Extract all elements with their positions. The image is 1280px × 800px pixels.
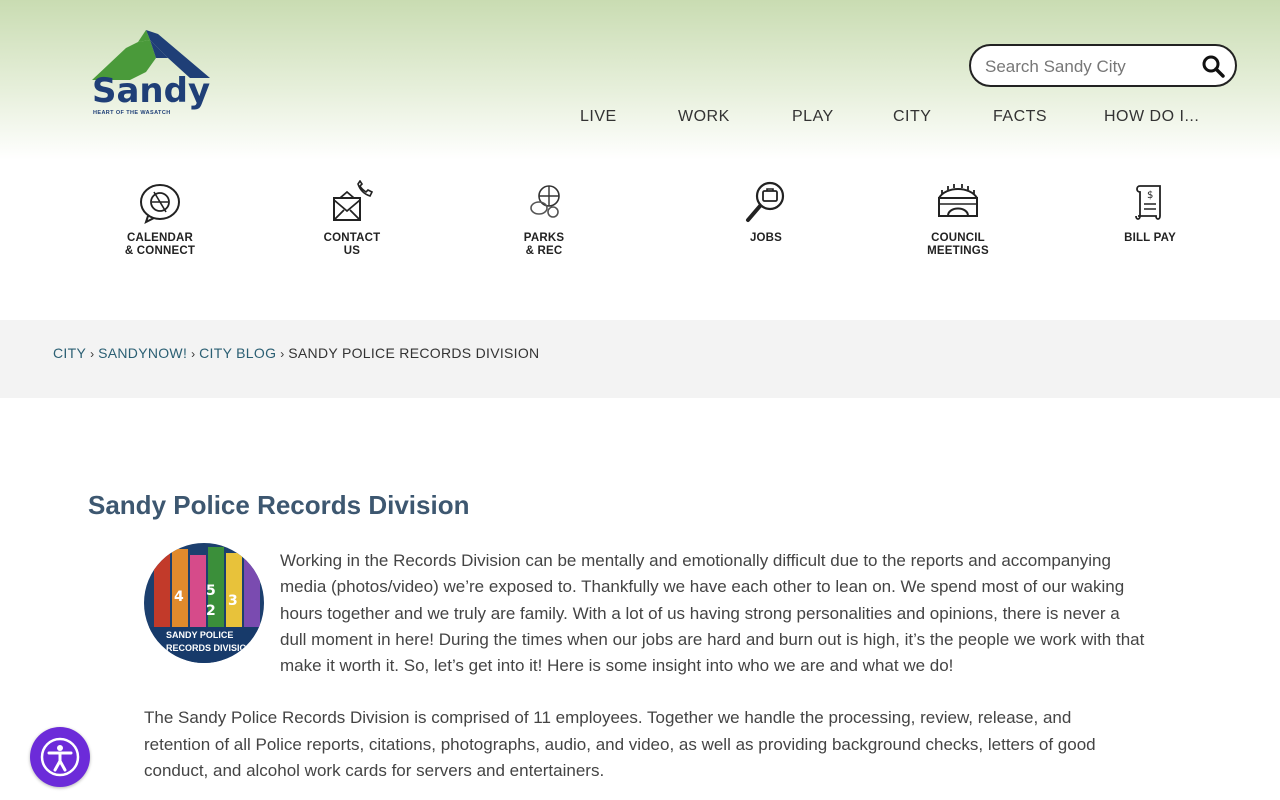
contact-envelope-icon bbox=[333, 180, 374, 221]
search-box bbox=[969, 44, 1237, 87]
council-building-icon bbox=[938, 184, 978, 217]
svg-text:4: 4 bbox=[174, 589, 184, 605]
svg-text:2: 2 bbox=[206, 603, 216, 619]
breadcrumb-separator: › bbox=[191, 347, 196, 361]
breadcrumb-separator: › bbox=[280, 347, 285, 361]
quick-link-label: COUNCIL MEETINGS bbox=[927, 232, 989, 257]
quick-link-label: PARKS & REC bbox=[523, 232, 565, 257]
main-navigation: LIVE WORK PLAY CITY FACTS HOW DO I... bbox=[0, 108, 1280, 132]
nav-facts[interactable]: FACTS bbox=[993, 108, 1047, 126]
breadcrumb-city-blog[interactable]: CITY BLOG bbox=[199, 345, 276, 361]
breadcrumb-separator: › bbox=[90, 347, 95, 361]
search-input[interactable] bbox=[983, 54, 1197, 80]
svg-text:RECORDS DIVISION: RECORDS DIVISION bbox=[166, 643, 253, 653]
search-icon[interactable] bbox=[1201, 54, 1225, 78]
article-thumbnail: 4 5 2 3 SANDY POLICE RECORDS DIVISION bbox=[144, 543, 264, 663]
page-title: Sandy Police Records Division bbox=[88, 490, 470, 520]
quick-link-label: BILL PAY bbox=[1124, 232, 1176, 244]
breadcrumb-bar: CITY › SANDYNOW! › CITY BLOG › SANDY POLICE RE… bbox=[0, 320, 1280, 398]
quick-link-label: JOBS bbox=[749, 232, 783, 244]
site-header: Sandy HEART OF THE WASATCH LIVE WORK PLA… bbox=[0, 0, 1280, 160]
quick-link-jobs[interactable]: JOBS bbox=[696, 180, 836, 245]
accessibility-person-icon bbox=[40, 737, 80, 777]
breadcrumb-sandynow[interactable]: SANDYNOW! bbox=[98, 345, 187, 361]
bill-scroll-icon: $ bbox=[1135, 185, 1161, 220]
quick-link-calendar-connect[interactable]: CALENDAR & CONNECT bbox=[90, 180, 230, 258]
nav-how-do-i[interactable]: HOW DO I... bbox=[1104, 108, 1199, 126]
quick-link-label: CONTACT US bbox=[323, 232, 381, 257]
quick-link-council-meetings[interactable]: COUNCIL MEETINGS bbox=[888, 180, 1028, 258]
quick-link-bill-pay[interactable]: $ BILL PAY bbox=[1080, 180, 1220, 245]
breadcrumb-current: SANDY POLICE RECORDS DIVISION bbox=[288, 345, 540, 361]
quick-links-bar: CALENDAR & CONNECT CONTACT US PARKS & RE… bbox=[0, 180, 1280, 280]
article-paragraph-1: Working in the Records Division can be m… bbox=[280, 551, 1145, 676]
breadcrumb-city[interactable]: CITY bbox=[53, 345, 86, 361]
svg-text:3: 3 bbox=[228, 593, 238, 609]
quick-link-parks-rec[interactable]: PARKS & REC bbox=[474, 180, 614, 258]
magnifier-briefcase-icon bbox=[746, 181, 785, 222]
breadcrumb: CITY › SANDYNOW! › CITY BLOG › SANDY POLICE RE… bbox=[53, 345, 539, 361]
sports-balls-icon bbox=[530, 185, 560, 218]
svg-text:$: $ bbox=[1147, 190, 1153, 201]
article-paragraph-2: The Sandy Police Records Division is com… bbox=[144, 708, 1096, 780]
nav-live[interactable]: LIVE bbox=[580, 108, 617, 126]
svg-text:5: 5 bbox=[206, 583, 216, 599]
calendar-connect-icon bbox=[140, 184, 180, 224]
quick-link-label: CALENDAR & CONNECT bbox=[124, 232, 196, 257]
nav-play[interactable]: PLAY bbox=[792, 108, 834, 126]
accessibility-button[interactable] bbox=[30, 727, 90, 787]
logo-wordmark: Sandy bbox=[92, 71, 211, 111]
quick-link-contact-us[interactable]: CONTACT US bbox=[282, 180, 422, 258]
svg-text:SANDY POLICE: SANDY POLICE bbox=[166, 630, 233, 640]
records-folders-image: 4 5 2 3 SANDY POLICE RECORDS DIVISION bbox=[144, 543, 264, 663]
nav-work[interactable]: WORK bbox=[678, 108, 730, 126]
nav-city[interactable]: CITY bbox=[893, 108, 931, 126]
sandy-logo[interactable]: Sandy HEART OF THE WASATCH bbox=[90, 28, 214, 120]
